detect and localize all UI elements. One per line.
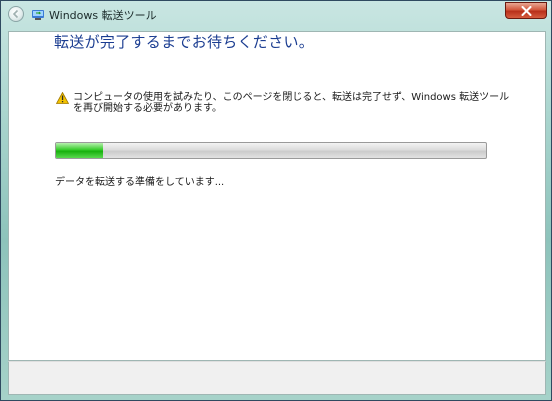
footer-bar bbox=[8, 361, 546, 395]
close-button[interactable] bbox=[505, 2, 547, 19]
app-window: Windows 転送ツール 転送が完了するまでお待ちください。 コンピュータの使… bbox=[0, 0, 552, 401]
progress-fill bbox=[56, 143, 104, 158]
title-bar[interactable]: Windows 転送ツール bbox=[1, 1, 551, 31]
page-title: 転送が完了するまでお待ちください。 bbox=[54, 33, 315, 51]
back-button[interactable] bbox=[8, 6, 24, 22]
window-title: Windows 転送ツール bbox=[49, 9, 157, 22]
close-icon bbox=[521, 6, 532, 16]
content-panel bbox=[8, 31, 546, 361]
progress-bar bbox=[55, 142, 487, 159]
warning-triangle-icon bbox=[56, 92, 69, 104]
back-arrow-icon bbox=[12, 9, 19, 19]
windows-easy-transfer-icon bbox=[32, 10, 44, 20]
status-text: データを転送する準備をしています... bbox=[55, 177, 225, 188]
warning-message: コンピュータの使用を試みたり、このページを閉じると、転送は完了せず、Window… bbox=[73, 92, 510, 114]
